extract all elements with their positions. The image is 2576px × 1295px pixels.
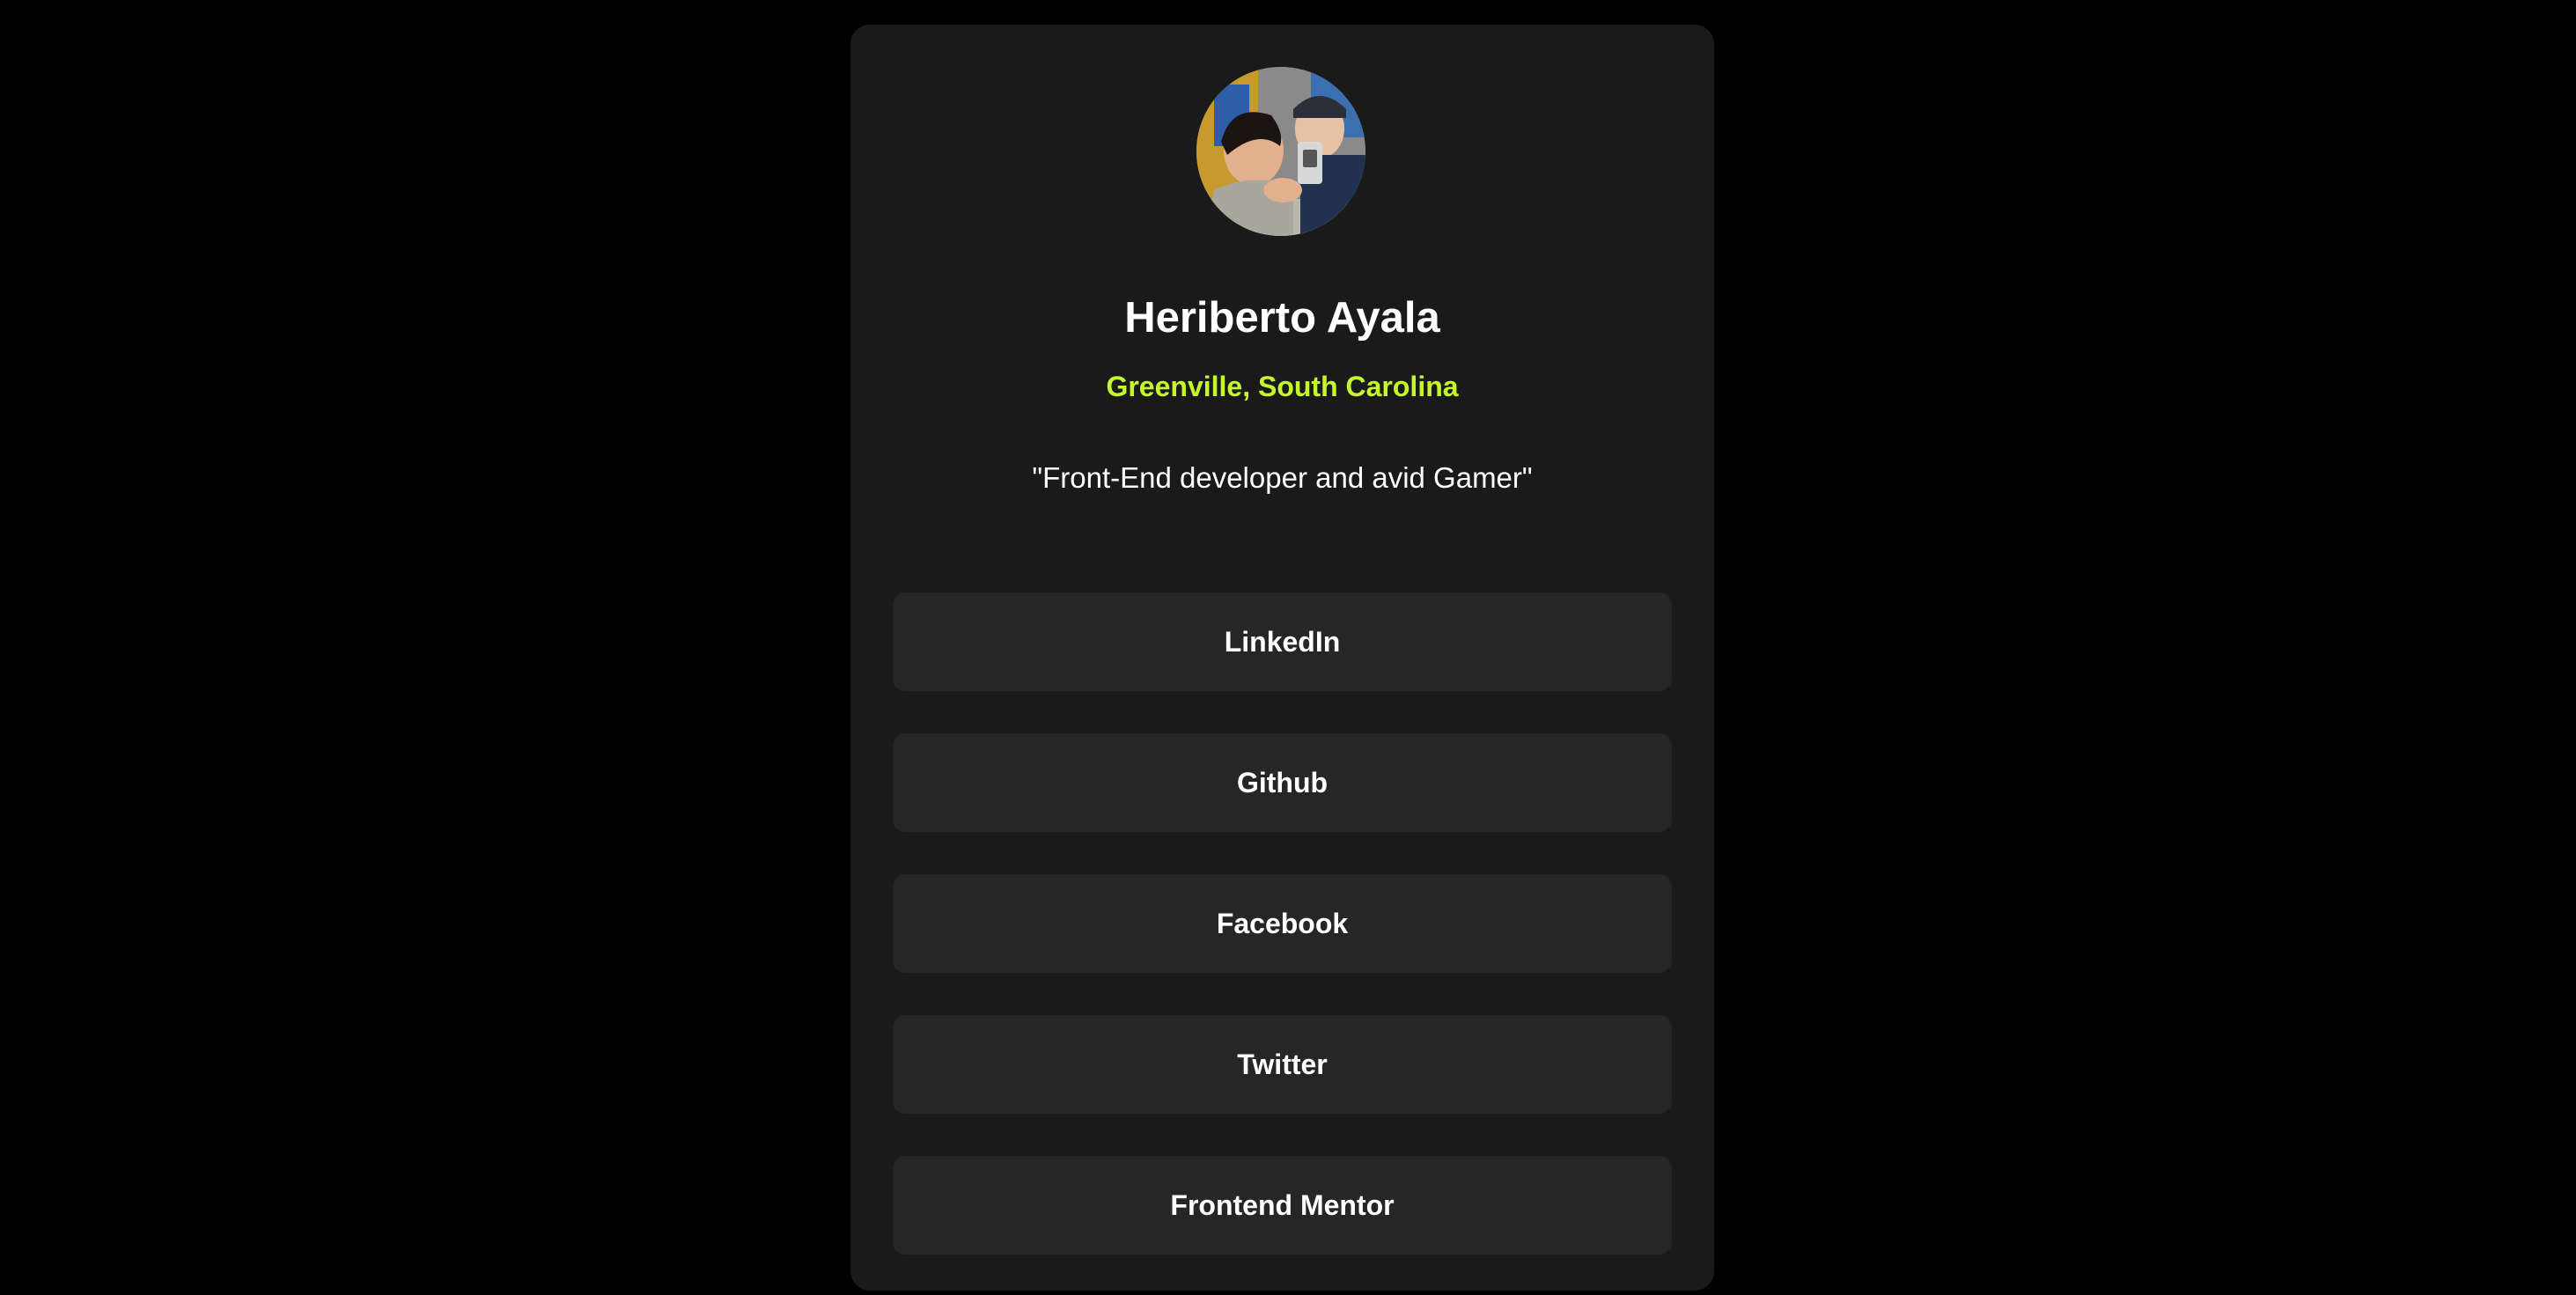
- github-button[interactable]: Github: [893, 733, 1672, 832]
- social-links: LinkedIn Github Facebook Twitter Fronten…: [893, 592, 1672, 1295]
- profile-bio: "Front-End developer and avid Gamer": [1032, 461, 1533, 494]
- profile-location: Greenville, South Carolina: [1106, 371, 1459, 402]
- linkedin-button[interactable]: LinkedIn: [893, 592, 1672, 691]
- profile-card: Heriberto Ayala Greenville, South Caroli…: [850, 25, 1714, 1291]
- facebook-button[interactable]: Facebook: [893, 874, 1672, 973]
- avatar-photo: [1196, 67, 1365, 236]
- avatar: [1196, 67, 1365, 236]
- twitter-button[interactable]: Twitter: [893, 1015, 1672, 1114]
- frontend-mentor-button[interactable]: Frontend Mentor: [893, 1156, 1672, 1255]
- profile-name: Heriberto Ayala: [1124, 294, 1440, 342]
